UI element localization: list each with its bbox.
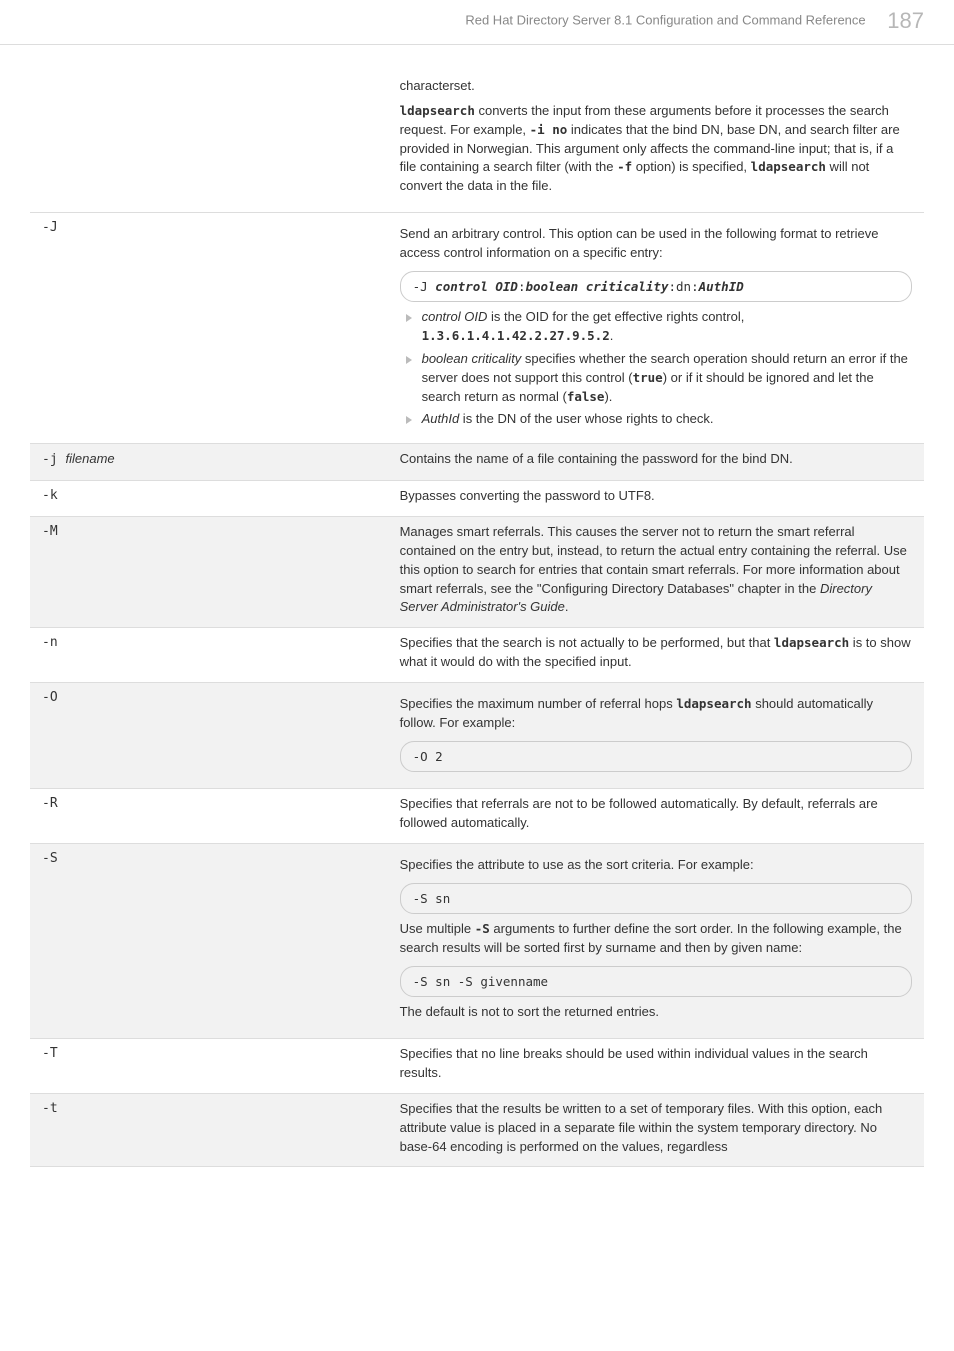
code-variable: boolean criticality <box>526 279 669 294</box>
option-cell: -n <box>30 628 388 683</box>
bullet-list: control OID is the OID for the get effec… <box>404 308 912 429</box>
text: is the OID for the get effective rights … <box>487 309 744 324</box>
description-cell: Contains the name of a file containing t… <box>388 444 924 481</box>
text: ldapsearch converts the input from these… <box>400 102 912 196</box>
list-item: control OID is the OID for the get effec… <box>404 308 912 346</box>
table-row: -S Specifies the attribute to use as the… <box>30 843 924 1038</box>
code-text: :dn: <box>669 279 699 294</box>
option-literal: -f <box>617 159 632 174</box>
option-literal: -S <box>475 921 490 936</box>
option-cell: -j filename <box>30 444 388 481</box>
literal: false <box>567 389 605 404</box>
option-literal: -i no <box>530 122 568 137</box>
text: . <box>610 328 614 343</box>
text: Send an arbitrary control. This option c… <box>400 225 912 263</box>
term: AuthId <box>422 411 460 426</box>
description-cell: Send an arbitrary control. This option c… <box>388 213 924 444</box>
option-cell <box>30 65 388 213</box>
description-cell: Specifies that the results be written to… <box>388 1093 924 1167</box>
table-row: -O Specifies the maximum number of refer… <box>30 682 924 788</box>
description-cell: Bypasses converting the password to UTF8… <box>388 481 924 517</box>
code-text: : <box>518 279 526 294</box>
option-cell: -S <box>30 843 388 1038</box>
command: ldapsearch <box>774 635 849 650</box>
command: ldapsearch <box>400 103 475 118</box>
options-table: characterset. ldapsearch converts the in… <box>30 65 924 1167</box>
text: characterset. <box>400 77 912 96</box>
option-cell: -k <box>30 481 388 517</box>
description-cell: Manages smart referrals. This causes the… <box>388 517 924 628</box>
text: is the DN of the user whose rights to ch… <box>459 411 713 426</box>
code-block: -S sn -S givenname <box>400 966 912 998</box>
code-variable: control OID <box>435 279 518 294</box>
option-cell: -M <box>30 517 388 628</box>
option-arg: filename <box>65 451 114 466</box>
description-cell: Specifies that no line breaks should be … <box>388 1039 924 1094</box>
description-cell: Specifies that the search is not actuall… <box>388 628 924 683</box>
code-block: -O 2 <box>400 741 912 773</box>
text: Specifies that the search is not actuall… <box>400 635 774 650</box>
text-paragraph: Use multiple -S arguments to further def… <box>400 920 912 958</box>
page-header: Red Hat Directory Server 8.1 Configurati… <box>0 0 954 45</box>
term: boolean criticality <box>422 351 522 366</box>
code-text: -J <box>413 279 436 294</box>
table-row: -t Specifies that the results be written… <box>30 1093 924 1167</box>
table-row: -j filename Contains the name of a file … <box>30 444 924 481</box>
table-row: -n Specifies that the search is not actu… <box>30 628 924 683</box>
table-row: -J Send an arbitrary control. This optio… <box>30 213 924 444</box>
table-row: -R Specifies that referrals are not to b… <box>30 789 924 844</box>
option-cell: -t <box>30 1093 388 1167</box>
list-item: AuthId is the DN of the user whose right… <box>404 410 912 429</box>
doc-title: Red Hat Directory Server 8.1 Configurati… <box>465 12 865 27</box>
code-block: -J control OID:boolean criticality:dn:Au… <box>400 271 912 303</box>
text: The default is not to sort the returned … <box>400 1003 912 1022</box>
description-cell: characterset. ldapsearch converts the in… <box>388 65 924 213</box>
option-cell: -J <box>30 213 388 444</box>
text: option) is specified, <box>632 159 751 174</box>
text: ). <box>604 389 612 404</box>
text: Specifies the maximum number of referral… <box>400 696 677 711</box>
content-area: characterset. ldapsearch converts the in… <box>0 45 954 1197</box>
description-cell: Specifies that referrals are not to be f… <box>388 789 924 844</box>
table-row: -M Manages smart referrals. This causes … <box>30 517 924 628</box>
table-row: -T Specifies that no line breaks should … <box>30 1039 924 1094</box>
command: ldapsearch <box>676 696 751 711</box>
option-flag: -j <box>42 452 65 467</box>
option-cell: -R <box>30 789 388 844</box>
command: ldapsearch <box>751 159 826 174</box>
option-cell: -O <box>30 682 388 788</box>
text: . <box>565 599 569 614</box>
table-row: characterset. ldapsearch converts the in… <box>30 65 924 213</box>
page-number: 187 <box>887 8 924 33</box>
text: Specifies the attribute to use as the so… <box>400 856 912 875</box>
option-cell: -T <box>30 1039 388 1094</box>
description-cell: Specifies the attribute to use as the so… <box>388 843 924 1038</box>
text: Use multiple <box>400 921 475 936</box>
text-paragraph: Specifies the maximum number of referral… <box>400 695 912 733</box>
oid-value: 1.3.6.1.4.1.42.2.27.9.5.2 <box>422 328 610 343</box>
code-block: -S sn <box>400 883 912 915</box>
term: control OID <box>422 309 488 324</box>
literal: true <box>633 370 663 385</box>
list-item: boolean criticality specifies whether th… <box>404 350 912 407</box>
table-row: -k Bypasses converting the password to U… <box>30 481 924 517</box>
description-cell: Specifies the maximum number of referral… <box>388 682 924 788</box>
code-variable: AuthID <box>699 279 744 294</box>
